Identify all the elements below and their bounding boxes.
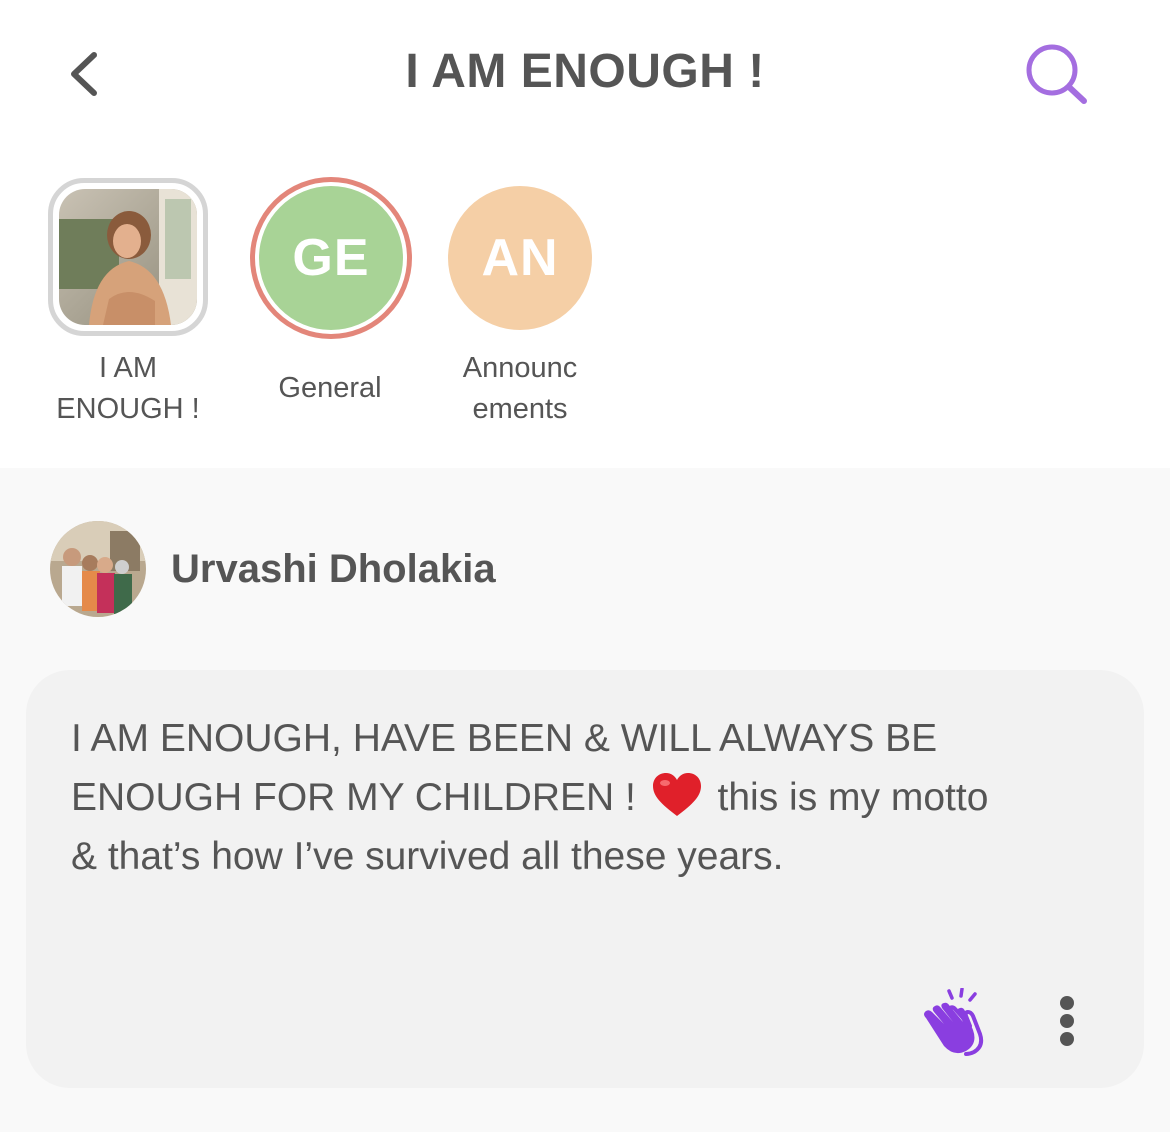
post-card: I AM ENOUGH, HAVE BEEN & WILL ALWAYS BE … bbox=[26, 670, 1144, 1088]
avatar[interactable] bbox=[50, 521, 146, 617]
channel-label-line2: ements bbox=[472, 393, 568, 425]
channel-label: General bbox=[278, 372, 382, 404]
page-title: I AM ENOUGH ! bbox=[405, 45, 765, 98]
channel-general-avatar: GE bbox=[259, 186, 403, 330]
clap-button[interactable] bbox=[918, 987, 988, 1056]
channel-initials: AN bbox=[481, 229, 559, 287]
channel-i-am-enough[interactable] bbox=[48, 178, 208, 336]
channel-initials: GE bbox=[292, 229, 370, 287]
search-icon bbox=[1026, 44, 1087, 104]
channel-general[interactable]: GE bbox=[250, 177, 412, 339]
channel-announcements[interactable]: AN bbox=[448, 186, 592, 330]
author-name[interactable]: Urvashi Dholakia bbox=[171, 543, 496, 595]
search-button[interactable] bbox=[1022, 44, 1118, 108]
more-options-button[interactable] bbox=[1050, 994, 1084, 1048]
channel-label-line1: Announc bbox=[462, 352, 578, 384]
channel-photo bbox=[59, 189, 197, 325]
channel-label-line2: ENOUGH ! bbox=[56, 393, 200, 425]
post-text: I AM ENOUGH, HAVE BEEN & WILL ALWAYS BE … bbox=[71, 709, 1011, 886]
top-panel: I AM ENOUGH ! I AM ENOUGH ! GE General A… bbox=[0, 0, 1170, 468]
channel-label-line1: I AM bbox=[98, 352, 157, 384]
heart-icon bbox=[652, 773, 701, 816]
clap-hands-icon bbox=[924, 987, 984, 1056]
